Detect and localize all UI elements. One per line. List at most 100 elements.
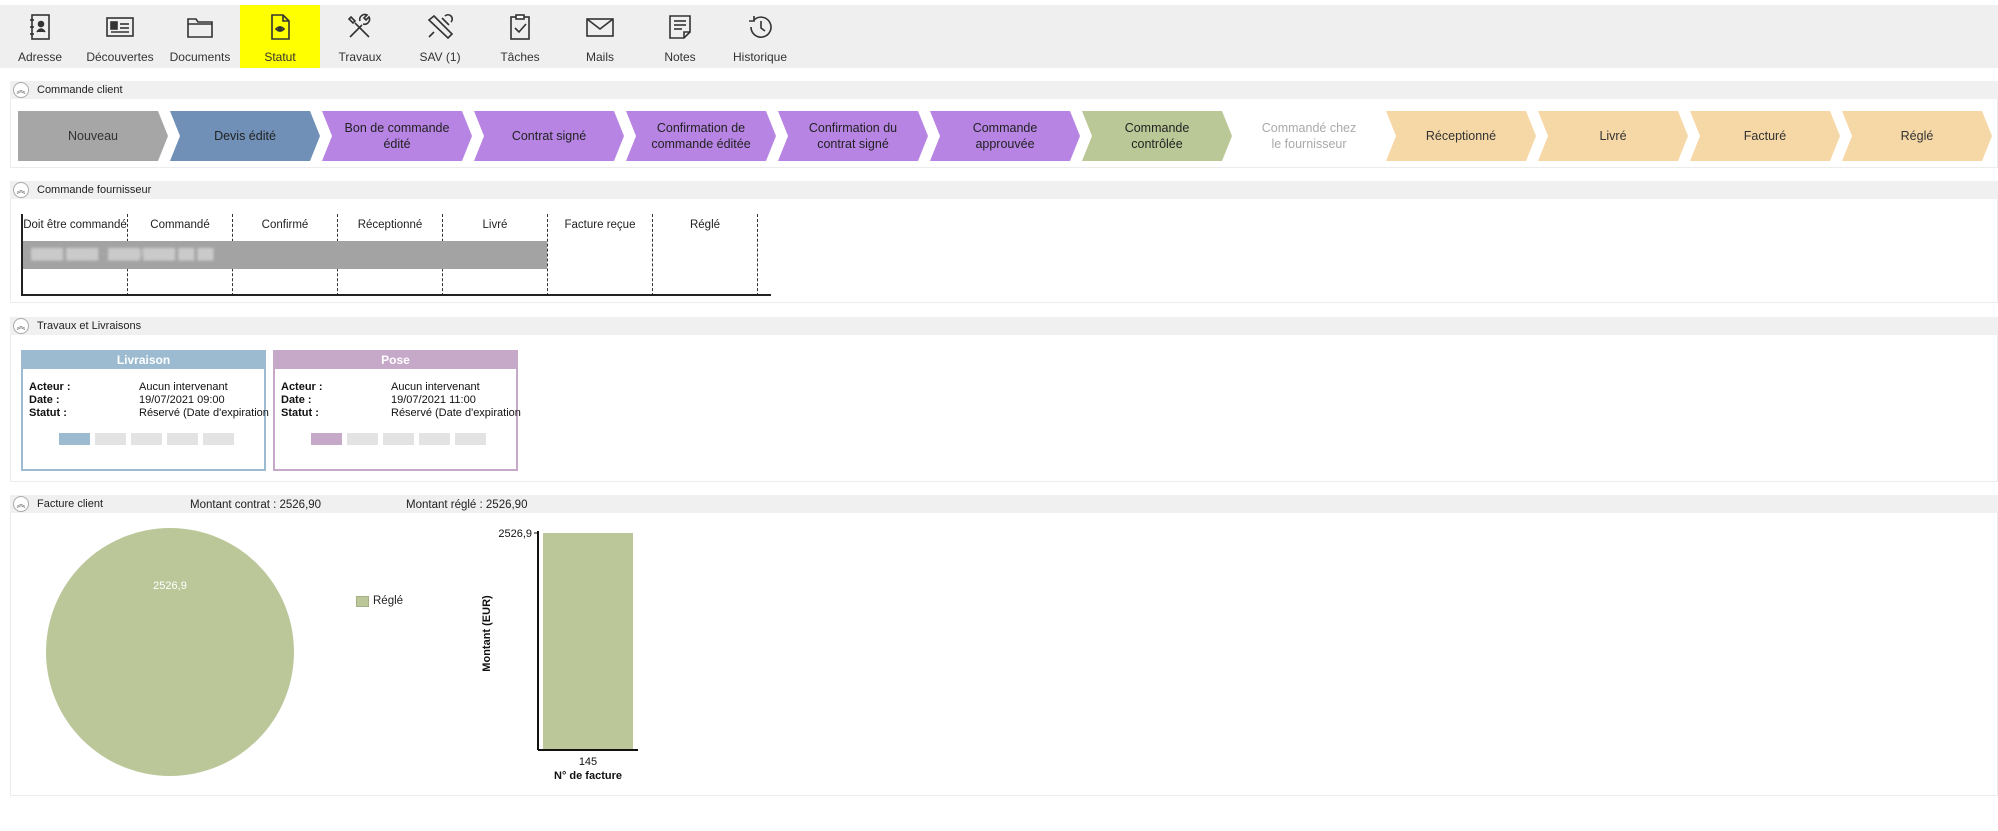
status-step[interactable]: Confirmation du contrat signé [778, 111, 928, 161]
toolbar-documents[interactable]: Documents [160, 5, 240, 68]
card-key: Statut : [281, 407, 319, 419]
pie-value-label: 2526,9 [153, 580, 187, 592]
card-progress [311, 433, 486, 445]
progress-step [455, 433, 486, 445]
toolbar-label: Documents [169, 50, 231, 64]
status-step[interactable]: Réceptionné [1386, 111, 1536, 161]
status-step-label: Commandé chez le fournisseur [1261, 121, 1357, 151]
collapse-icon[interactable]: ︽ [13, 318, 29, 334]
status-step[interactable]: Nouveau [18, 111, 168, 161]
tools-icon [343, 10, 377, 44]
timeline-column-label: Commandé [150, 219, 210, 231]
envelope-icon [583, 10, 617, 44]
commande-fournisseur-header: ︽ Commande fournisseur [10, 181, 1998, 199]
supplier-order-bar[interactable]: ▓▓▓▓ ▓▓▓▓ · ▓▓▓▓/▓▓▓▓ ▓▓ ▓▓ [23, 241, 547, 269]
status-step-label: Commande contrôlée [1124, 121, 1190, 151]
montant-regle: Montant réglé : 2526,90 [406, 499, 528, 511]
card-key: Acteur : [29, 381, 71, 393]
travaux-header: ︽ Travaux et Livraisons [10, 317, 1998, 335]
bar [543, 533, 633, 750]
timeline-column-label: Livré [482, 219, 508, 231]
collapse-icon[interactable]: ︽ [13, 182, 29, 198]
collapse-icon[interactable]: ︽ [13, 82, 29, 98]
livraison-card[interactable]: Livraison Acteur : Aucun intervenant Dat… [21, 350, 269, 471]
invoice-bar-chart: 2526,9 145 N° de facture Montant (EUR) [481, 528, 638, 782]
pose-card[interactable]: Pose Acteur : Aucun intervenant Date : 1… [273, 350, 521, 471]
status-step-label: Facturé [1743, 129, 1787, 143]
address-book-icon [23, 10, 57, 44]
toolbar-decouvertes[interactable]: Découvertes [80, 5, 160, 68]
facture-client-panel [10, 512, 1998, 796]
section-title: Travaux et Livraisons [37, 320, 142, 332]
clipboard-check-icon [503, 10, 537, 44]
collapse-icon[interactable]: ︽ [13, 496, 29, 512]
progress-step [383, 433, 414, 445]
timeline-column-label: Doit être commandé [23, 219, 127, 231]
status-step-label: Devis édité [214, 129, 276, 143]
toolbar-historique[interactable]: Historique [720, 5, 800, 68]
status-step[interactable]: Réglé [1842, 111, 1992, 161]
status-step[interactable]: Facturé [1690, 111, 1840, 161]
toolbar-notes[interactable]: Notes [640, 5, 720, 68]
status-step-label: Bon de commande édité [344, 121, 450, 151]
toolbar-sav[interactable]: SAV (1) [400, 5, 480, 68]
card-title: Livraison [23, 352, 264, 369]
toolbar-label: Notes [664, 50, 696, 64]
notepad-icon [663, 10, 697, 44]
toolbar-label: Historique [732, 50, 788, 64]
x-axis-label: N° de facture [554, 770, 622, 782]
timeline-column-label: Réceptionné [357, 219, 423, 231]
status-step-label: Confirmation de commande éditée [651, 121, 751, 151]
montant-contrat: Montant contrat : 2526,90 [190, 499, 322, 511]
id-card-icon [103, 10, 137, 44]
invoice-pie-chart: 2526,9 [46, 528, 294, 776]
status-step[interactable]: Commandé chez le fournisseur [1234, 111, 1384, 161]
status-step[interactable]: Bon de commande édité [322, 111, 472, 161]
toolbar-label: Travaux [338, 50, 382, 64]
y-axis-label: Montant (EUR) [481, 595, 493, 672]
toolbar-label: SAV (1) [419, 50, 461, 64]
card-value: Réservé (Date d'expiration [391, 407, 521, 419]
y-tick-label: 2526,9 [498, 528, 532, 540]
section-title: Commande fournisseur [37, 184, 152, 196]
status-step-label: Réglé [1900, 129, 1934, 143]
toolbar-label: Découvertes [86, 50, 154, 64]
card-value: Aucun intervenant [391, 381, 480, 393]
status-step-label: Réceptionné [1425, 129, 1497, 143]
timeline-column: Facture reçue [548, 214, 653, 296]
progress-step [131, 433, 162, 445]
timeline-column-label: Facture reçue [564, 219, 636, 231]
status-step[interactable]: Confirmation de commande éditée [626, 111, 776, 161]
toolbar-adresse[interactable]: Adresse [0, 5, 80, 68]
progress-step-done [311, 433, 342, 445]
status-step[interactable]: Commande approuvée [930, 111, 1080, 161]
status-step-label: Nouveau [67, 129, 119, 143]
progress-step [95, 433, 126, 445]
status-step[interactable]: Devis édité [170, 111, 320, 161]
top-toolbar: Adresse Découvertes Documents Statut Tra… [0, 5, 1998, 68]
status-step[interactable]: Contrat signé [474, 111, 624, 161]
card-key: Statut : [29, 407, 67, 419]
toolbar-label: Mails [585, 50, 614, 64]
legend-label: Réglé [373, 595, 404, 607]
toolbar-statut[interactable]: Statut [240, 5, 320, 68]
progress-step [347, 433, 378, 445]
status-step[interactable]: Commande contrôlée [1082, 111, 1232, 161]
toolbar-label: Statut [264, 50, 296, 64]
status-step-label: Livré [1599, 129, 1627, 143]
progress-step [203, 433, 234, 445]
status-step-label: Confirmation du contrat signé [808, 121, 898, 151]
section-title: Facture client [37, 498, 104, 510]
progress-step [167, 433, 198, 445]
card-value: 19/07/2021 11:00 [391, 394, 476, 406]
card-key: Date : [29, 394, 60, 406]
toolbar-taches[interactable]: Tâches [480, 5, 560, 68]
legend-swatch [356, 595, 369, 607]
card-key: Date : [281, 394, 312, 406]
status-step[interactable]: Livré [1538, 111, 1688, 161]
progress-step-done [59, 433, 90, 445]
toolbar-mails[interactable]: Mails [560, 5, 640, 68]
timeline-column-label: Confirmé [261, 219, 309, 231]
toolbar-travaux[interactable]: Travaux [320, 5, 400, 68]
card-value: Aucun intervenant [139, 381, 228, 393]
